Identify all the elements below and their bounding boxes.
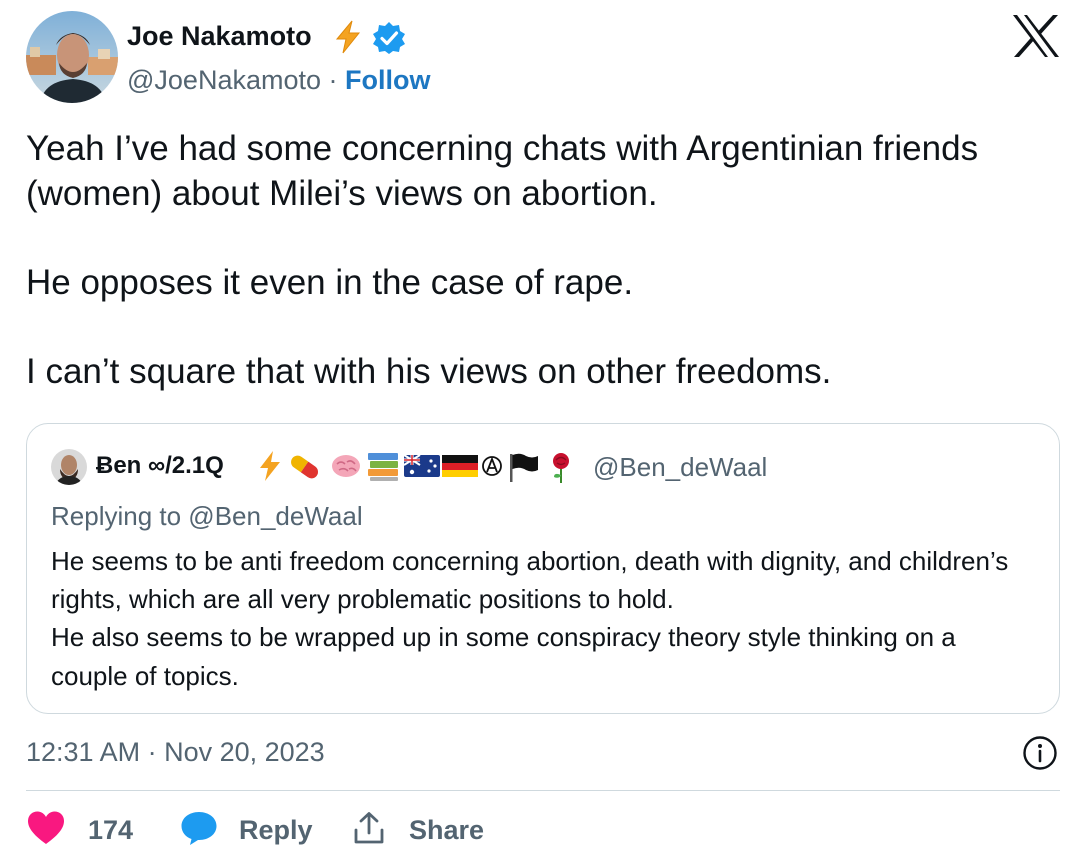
reply-button[interactable]: Reply <box>180 810 313 850</box>
quoted-author-avatar[interactable] <box>51 449 87 485</box>
lightning-icon <box>260 451 280 481</box>
quoted-author-emoji-row <box>256 448 586 484</box>
share-icon <box>353 811 385 850</box>
handle-separator: · <box>321 65 345 95</box>
share-label: Share <box>409 814 485 845</box>
quoted-tweet-text: He seems to be anti freedom concerning a… <box>51 546 1009 691</box>
like-count: 174 <box>88 814 134 845</box>
brain-icon <box>332 455 360 477</box>
tweet-timestamp[interactable]: 12:31 AM · Nov 20, 2023 <box>26 735 325 769</box>
speech-bubble-icon <box>180 810 218 851</box>
lightning-icon <box>333 20 363 54</box>
like-button[interactable]: 174 <box>26 810 133 850</box>
tweet-text: Yeah I’ve had some concerning chats with… <box>26 129 979 391</box>
author-handle[interactable]: @JoeNakamoto <box>127 65 321 95</box>
quoted-author-name[interactable]: Ƀen ∞/2.1Q <box>96 450 224 482</box>
author-handle-line: @JoeNakamoto · Follow <box>127 62 430 98</box>
verified-badge-icon <box>372 21 406 55</box>
replying-to-label: Replying to @Ben_deWaal <box>51 501 363 531</box>
divider <box>26 790 1060 791</box>
share-button[interactable]: Share <box>353 810 484 850</box>
info-icon[interactable] <box>1022 735 1058 771</box>
quoted-author-handle[interactable]: @Ben_deWaal <box>593 450 767 484</box>
x-logo-icon[interactable] <box>1012 14 1060 58</box>
australia-flag-icon <box>403 454 440 477</box>
follow-link[interactable]: Follow <box>345 65 430 95</box>
anarchy-icon <box>482 456 502 476</box>
heart-icon <box>26 810 66 851</box>
author-name[interactable]: Joe Nakamoto <box>127 18 312 54</box>
germany-flag-icon <box>442 455 478 477</box>
author-avatar[interactable] <box>26 11 118 103</box>
black-flag-icon <box>510 453 538 482</box>
pill-icon <box>291 455 318 479</box>
reply-label: Reply <box>239 814 313 845</box>
rose-icon <box>553 453 569 483</box>
books-icon <box>368 453 398 481</box>
